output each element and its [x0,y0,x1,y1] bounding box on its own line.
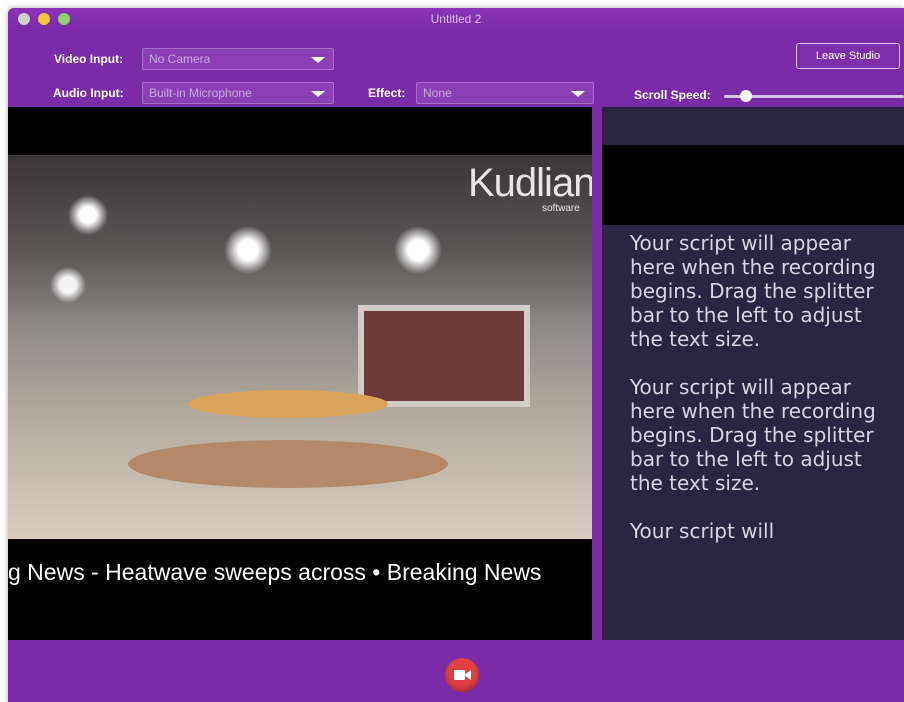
scroll-speed-label: Scroll Speed: [634,88,711,102]
record-button[interactable] [445,658,479,692]
studio-image: Kudlian software [8,155,595,539]
script-panel: Your script will appear here when the re… [602,107,904,640]
chevron-down-icon [571,91,585,97]
video-preview: Kudlian software g News - Heatwave sweep… [8,107,595,640]
leave-studio-button[interactable]: Leave Studio [796,43,900,69]
video-input-label: Video Input: [54,52,124,66]
effect-value: None [423,86,452,100]
app-window: Untitled 2 Video Input: No Camera Audio … [8,8,904,702]
script-paragraph: Your script will appear here when the re… [630,231,876,351]
splitter-bar[interactable] [592,107,602,640]
effect-label: Effect: [368,86,406,100]
script-reading-zone [602,145,904,225]
script-paragraph: Your script will [630,519,775,543]
video-input-select[interactable]: No Camera [142,48,334,70]
audio-input-select[interactable]: Built-in Microphone [142,82,334,104]
video-camera-lens-icon [464,670,471,680]
video-input-value: No Camera [149,52,211,66]
brand-subtitle: software [542,203,580,214]
chevron-down-icon [311,91,325,97]
script-panel-header [602,107,904,145]
studio-desk [188,390,388,418]
studio-riser [128,440,448,488]
script-paragraph: Your script will appear here when the re… [630,375,876,495]
brand-logo: Kudlian [468,161,595,205]
audio-input-value: Built-in Microphone [149,86,252,100]
script-text: Your script will appear here when the re… [630,231,890,567]
audio-input-label: Audio Input: [53,86,124,100]
news-ticker: g News - Heatwave sweeps across • Breaki… [8,559,542,585]
window-title: Untitled 2 [430,12,482,26]
studio-backdrop [358,305,530,407]
scroll-speed-knob[interactable] [739,90,752,102]
effect-select[interactable]: None [416,82,594,104]
chevron-down-icon [311,57,325,63]
title-bar: Untitled 2 [8,8,904,30]
